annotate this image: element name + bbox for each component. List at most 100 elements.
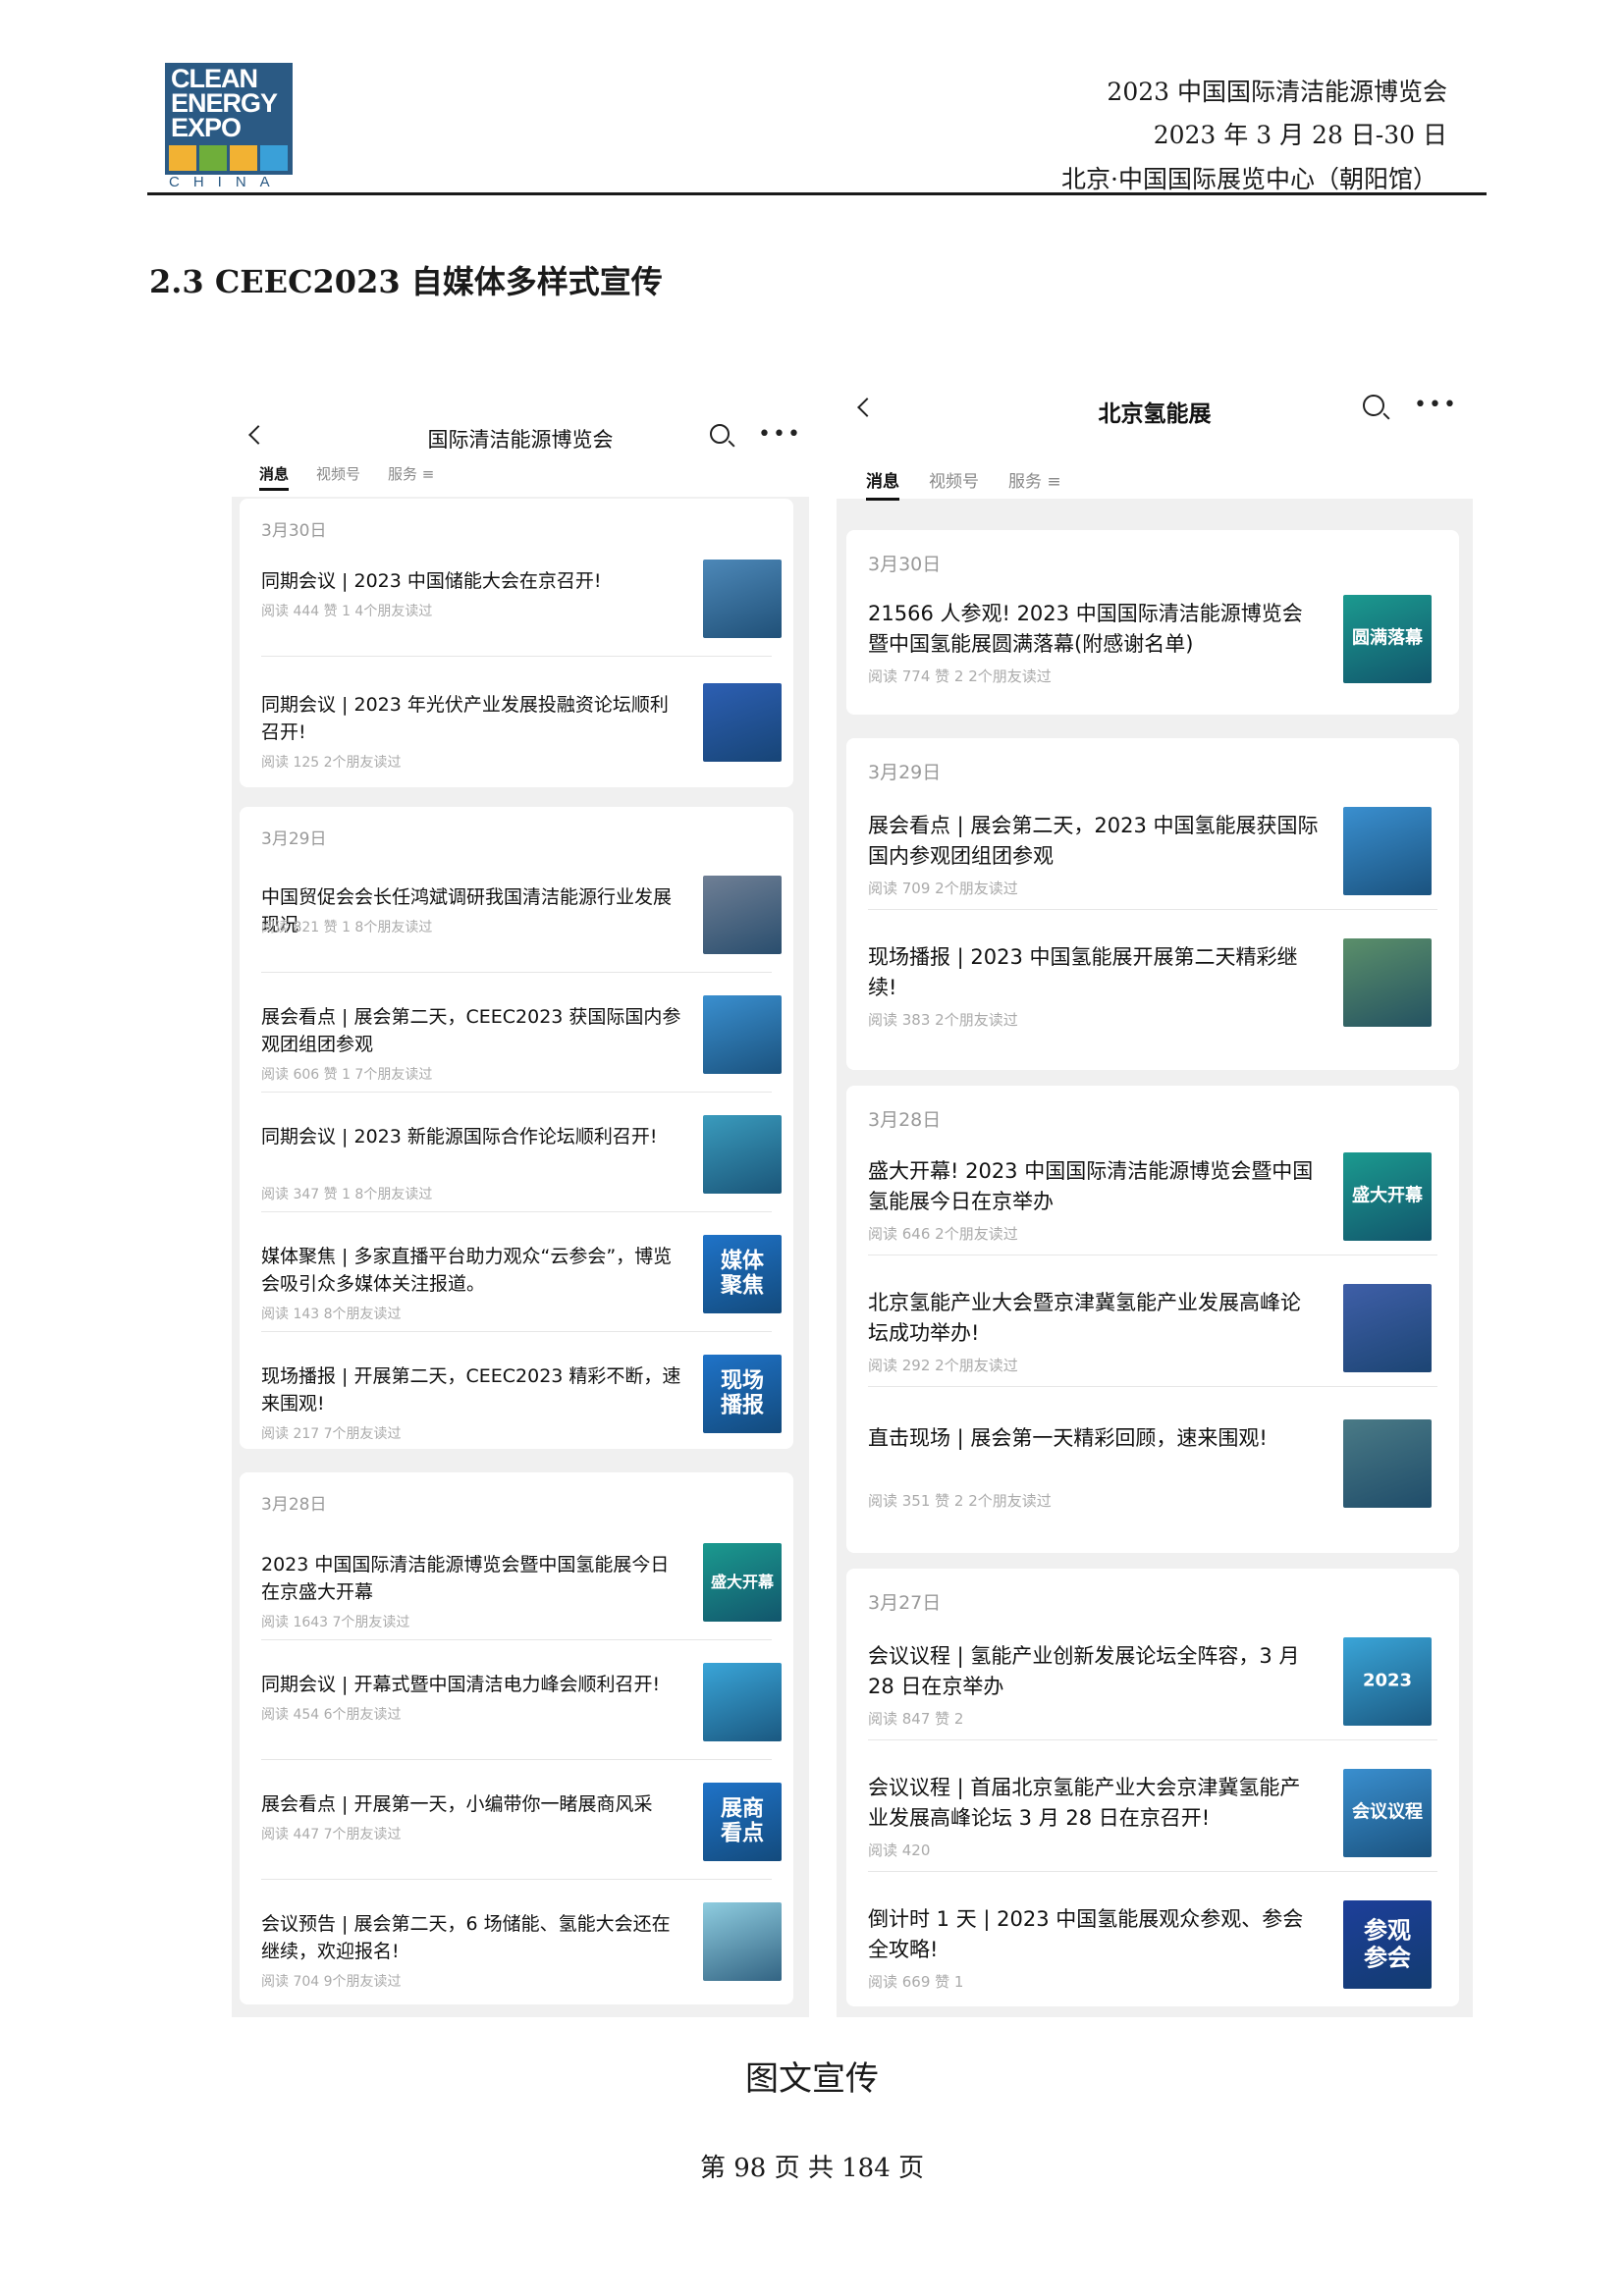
article-item[interactable]: 直击现场 | 展会第一天精彩回顾，速来围观! 阅读 351 赞 2 2个朋友读过	[846, 1419, 1459, 1510]
date-group-card: 3月30日 21566 人参观! 2023 中国国际清洁能源博览会暨中国氢能展圆满…	[846, 530, 1459, 715]
article-title: 同期会议 | 2023 中国储能大会在京召开!	[261, 570, 602, 592]
logo-china-text: CHINA	[169, 174, 284, 190]
article-title: 现场播报 | 2023 中国氢能展开展第二天精彩继续!	[868, 945, 1298, 999]
article-meta: 阅读 217 7个朋友读过	[261, 1426, 402, 1442]
article-title: 媒体聚焦 | 多家直播平台助力观众“云参会”，博览会吸引众多媒体关注报道。	[261, 1246, 673, 1295]
left-phone-screenshot: 国际清洁能源博览会 ••• 消息 视频号 服务 ≡ 3月30日 同期会议 | 20…	[232, 402, 809, 2017]
header-dates: 2023 年 3 月 28 日-30 日	[1153, 121, 1447, 149]
page-footer: 第 98 页 共 184 页	[699, 2154, 925, 2183]
article-item[interactable]: 现场播报 | 2023 中国氢能展开展第二天精彩继续! 阅读 383 2个朋友读过	[846, 938, 1459, 1029]
right-phone-header: 北京氢能展 ••• 消息 视频号 服务 ≡	[837, 371, 1473, 501]
article-item[interactable]: 展会看点 | 展会第二天，2023 中国氢能展获国际国内参观团组团参观 阅读 70…	[846, 807, 1459, 910]
article-title: 盛大开幕! 2023 中国国际清洁能源博览会暨中国氢能展今日在京举办	[868, 1159, 1314, 1213]
article-meta: 阅读 383 2个朋友读过	[868, 1011, 1018, 1029]
article-title: 展会看点 | 展会第二天，CEEC2023 获国际国内参观团组团参观	[261, 1006, 681, 1055]
date-label: 3月27日	[868, 1592, 942, 1614]
item-divider	[868, 909, 1437, 910]
article-thumbnail	[703, 995, 782, 1074]
article-title: 展会看点 | 开展第一天，小编带你一睹展商风采	[261, 1793, 653, 1815]
article-meta: 阅读 143 8个朋友读过	[261, 1307, 402, 1322]
tab-video[interactable]: 视频号	[929, 467, 979, 501]
article-item[interactable]: 同期会议 | 2023 新能源国际合作论坛顺利召开! 阅读 347 赞 1 8个朋…	[240, 1115, 793, 1212]
item-divider	[261, 656, 772, 657]
article-item[interactable]: 2023 中国国际清洁能源博览会暨中国氢能展今日在京盛大开幕 阅读 1643 7个…	[240, 1543, 793, 1640]
article-item[interactable]: 21566 人参观! 2023 中国国际清洁能源博览会暨中国氢能展圆满落幕(附感…	[846, 595, 1459, 685]
article-item[interactable]: 盛大开幕! 2023 中国国际清洁能源博览会暨中国氢能展今日在京举办 阅读 646…	[846, 1152, 1459, 1255]
tab-services[interactable]: 服务 ≡	[1008, 467, 1061, 501]
tab-messages[interactable]: 消息	[866, 467, 899, 501]
header-divider	[147, 192, 1487, 195]
header-venue: 北京·中国国际展览中心（朝阳馆）	[1061, 165, 1437, 193]
article-item[interactable]: 媒体聚焦 | 多家直播平台助力观众“云参会”，博览会吸引众多媒体关注报道。阅读 …	[240, 1235, 793, 1332]
article-meta: 阅读 420	[868, 1842, 931, 1859]
article-item[interactable]: 展会看点 | 开展第一天，小编带你一睹展商风采阅读 447 7个朋友读过 展商 看…	[240, 1783, 793, 1880]
article-item[interactable]: 北京氢能产业大会暨京津冀氢能产业发展高峰论坛成功举办! 阅读 292 2个朋友读过	[846, 1284, 1459, 1387]
search-icon[interactable]	[1363, 395, 1384, 416]
item-divider	[261, 1879, 772, 1880]
article-meta: 阅读 351 赞 2 2个朋友读过	[868, 1492, 1052, 1510]
right-phone-screenshot: 北京氢能展 ••• 消息 视频号 服务 ≡ 3月30日 21566 人参观! 20…	[837, 371, 1473, 2017]
article-title: 21566 人参观! 2023 中国国际清洁能源博览会暨中国氢能展圆满落幕(附感…	[868, 602, 1303, 656]
article-meta: 阅读 125 2个朋友读过	[261, 755, 402, 771]
date-group-card: 3月29日 中国贸促会会长任鸿斌调研我国清洁能源行业发展现况 阅读 821 赞 1 …	[240, 807, 793, 1449]
date-label: 3月30日	[261, 521, 327, 541]
date-group-card: 3月28日 盛大开幕! 2023 中国国际清洁能源博览会暨中国氢能展今日在京举办阅…	[846, 1086, 1459, 1553]
article-thumbnail	[1343, 1284, 1432, 1372]
section-title: 2.3 CEEC2023 自媒体多样式宣传	[149, 263, 663, 300]
search-icon[interactable]	[710, 424, 730, 444]
date-group-card: 3月29日展会看点 | 展会第二天，2023 中国氢能展获国际国内参观团组团参观…	[846, 738, 1459, 1070]
article-thumbnail: 展商 看点	[703, 1783, 782, 1861]
article-thumbnail	[703, 876, 782, 954]
article-thumbnail	[1343, 938, 1432, 1027]
more-icon[interactable]: •••	[758, 424, 802, 446]
tab-video[interactable]: 视频号	[316, 463, 360, 491]
thumbnail-text: 2023	[1362, 1670, 1413, 1691]
article-meta: 阅读 669 赞 1	[868, 1973, 964, 1991]
thumbnail-text: 参观 参会	[1364, 1916, 1411, 1971]
article-item[interactable]: 会议预告 | 展会第二天，6 场储能、氢能大会还在继续，欢迎报名! 阅读 704 …	[240, 1902, 793, 1990]
clean-energy-expo-logo: CLEAN ENERGY EXPO CHINA	[165, 63, 293, 190]
article-item[interactable]: 会议议程 | 氢能产业创新发展论坛全阵容，3 月 28 日在京举办阅读 847 …	[846, 1637, 1459, 1740]
thumbnail-text: 现场 播报	[720, 1368, 764, 1418]
article-title: 北京氢能产业大会暨京津冀氢能产业发展高峰论坛成功举办!	[868, 1291, 1301, 1345]
item-divider	[261, 972, 772, 973]
thumbnail-text: 盛大开幕	[1352, 1185, 1423, 1206]
article-item[interactable]: 现场播报 | 开展第二天，CEEC2023 精彩不断，速来围观! 阅读 217 7…	[240, 1355, 793, 1442]
article-item[interactable]: 会议议程 | 首届北京氢能产业大会京津冀氢能产业发展高峰论坛 3 月 28 日在…	[846, 1769, 1459, 1872]
figure-caption: 图文宣传	[745, 2059, 879, 2099]
article-item[interactable]: 展会看点 | 展会第二天，CEEC2023 获国际国内参观团组团参观 阅读 606…	[240, 995, 793, 1093]
article-title: 同期会议 | 2023 新能源国际合作论坛顺利召开!	[261, 1126, 658, 1148]
date-label: 3月28日	[261, 1495, 327, 1515]
item-divider	[868, 1739, 1437, 1740]
thumbnail-text: 圆满落幕	[1352, 627, 1423, 649]
article-title: 展会看点 | 展会第二天，2023 中国氢能展获国际国内参观团组团参观	[868, 814, 1319, 868]
tab-services[interactable]: 服务 ≡	[388, 463, 434, 491]
article-item[interactable]: 中国贸促会会长任鸿斌调研我国清洁能源行业发展现况 阅读 821 赞 1 8个朋友读…	[240, 876, 793, 973]
article-item[interactable]: 同期会议 | 2023 中国储能大会在京召开! 阅读 444 赞 1 4个朋友读过	[240, 560, 793, 657]
article-thumbnail	[703, 683, 782, 762]
more-icon[interactable]: •••	[1414, 395, 1458, 416]
article-item[interactable]: 倒计时 1 天 | 2023 中国氢能展观众参观、参会全攻略! 阅读 669 赞 …	[846, 1900, 1459, 1991]
article-thumbnail	[703, 1115, 782, 1194]
article-item[interactable]: 同期会议 | 2023 年光伏产业发展投融资论坛顺利召开! 阅读 125 2个朋友…	[240, 683, 793, 771]
article-item[interactable]: 同期会议 | 开幕式暨中国清洁电力峰会顺利召开! 阅读 454 6个朋友读过	[240, 1663, 793, 1760]
article-meta: 阅读 774 赞 2 2个朋友读过	[868, 667, 1052, 685]
article-meta: 阅读 847 赞 2	[868, 1710, 964, 1728]
article-thumbnail	[703, 560, 782, 638]
logo-text-3: EXPO	[171, 113, 242, 142]
article-title: 现场播报 | 开展第二天，CEEC2023 精彩不断，速来围观!	[261, 1365, 681, 1415]
tab-messages[interactable]: 消息	[259, 463, 290, 491]
article-title: 会议议程 | 首届北京氢能产业大会京津冀氢能产业发展高峰论坛 3 月 28 日在…	[868, 1776, 1301, 1830]
date-label: 3月28日	[868, 1109, 942, 1131]
date-label: 3月29日	[868, 762, 942, 783]
item-divider	[868, 1871, 1437, 1872]
article-thumbnail: 媒体 聚焦	[703, 1235, 782, 1313]
article-thumbnail: 2023	[1343, 1637, 1432, 1726]
item-divider	[261, 1331, 772, 1332]
article-thumbnail	[703, 1663, 782, 1741]
item-divider	[868, 1386, 1437, 1387]
article-meta: 阅读 447 7个朋友读过	[261, 1827, 402, 1842]
article-thumbnail: 参观 参会	[1343, 1900, 1432, 1989]
article-title: 会议议程 | 氢能产业创新发展论坛全阵容，3 月 28 日在京举办	[868, 1644, 1300, 1698]
article-title: 2023 中国国际清洁能源博览会暨中国氢能展今日在京盛大开幕	[261, 1554, 670, 1603]
